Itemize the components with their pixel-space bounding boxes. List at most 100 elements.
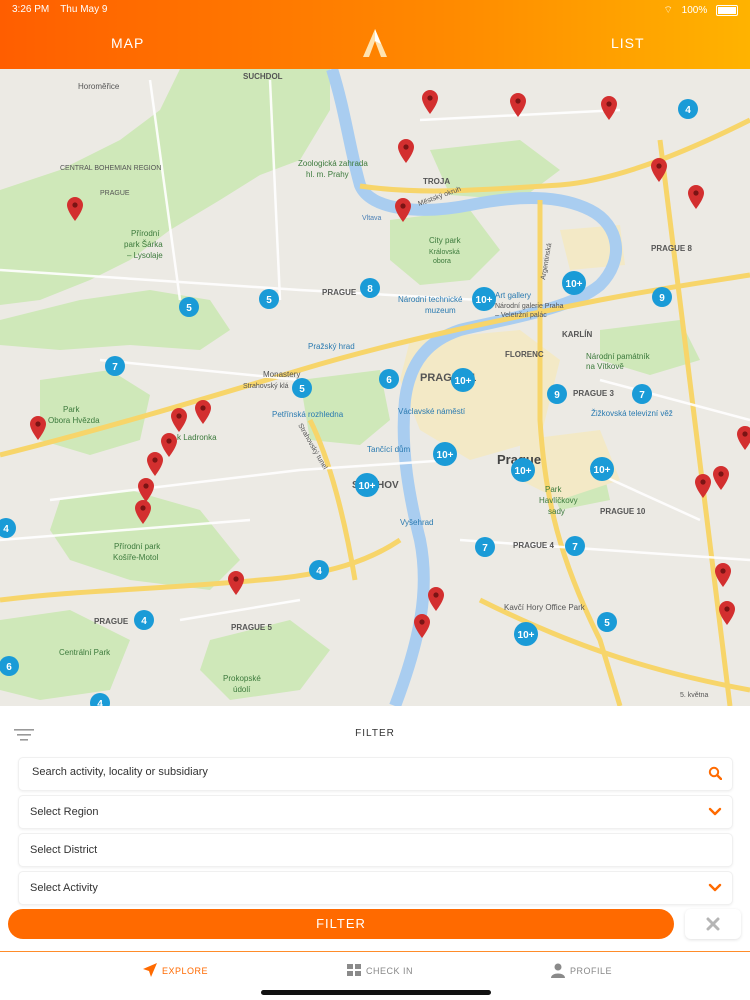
- map-label: SUCHDOL: [243, 72, 283, 81]
- cluster-marker[interactable]: 4: [309, 560, 329, 580]
- cluster-marker[interactable]: 8: [360, 278, 380, 298]
- map-label: PRAGUE 8: [651, 244, 692, 253]
- navigation-arrow-icon: [143, 963, 157, 977]
- map-label: Pražský hrad: [308, 342, 355, 351]
- cluster-marker[interactable]: 7: [105, 356, 125, 376]
- tab-checkin-label: CHECK IN: [366, 966, 414, 976]
- map-label: Národní památník: [586, 352, 651, 361]
- map-label: PRAGUE: [94, 617, 129, 626]
- tab-list[interactable]: LIST: [611, 35, 645, 51]
- cluster-marker[interactable]: 10+: [355, 473, 379, 497]
- map-label: hl. m. Prahy: [306, 170, 349, 179]
- activity-select[interactable]: Select Activity: [18, 871, 733, 905]
- map-label: Přírodní: [131, 229, 160, 238]
- svg-text:8: 8: [367, 284, 373, 295]
- search-field[interactable]: [18, 757, 733, 791]
- cluster-marker[interactable]: 6: [379, 369, 399, 389]
- tab-map[interactable]: MAP: [111, 35, 144, 51]
- svg-text:7: 7: [112, 362, 118, 373]
- map-label: FLORENC: [505, 350, 544, 359]
- cluster-marker[interactable]: 10+: [590, 457, 614, 481]
- map-label: Národní technické: [398, 295, 463, 304]
- map-label: Vltava: [362, 215, 382, 222]
- map-view[interactable]: SUCHDOL Horoměřice CENTRAL BOHEMIAN REGI…: [0, 69, 750, 706]
- cluster-marker[interactable]: 10+: [433, 442, 457, 466]
- map-label: Vyšehrad: [400, 518, 434, 527]
- chevron-down-icon[interactable]: [708, 880, 722, 894]
- map-label: – Veletržní palác: [495, 312, 547, 319]
- status-time: 3:26 PM: [12, 4, 50, 15]
- map-label: 5. května: [680, 692, 709, 699]
- cluster-marker[interactable]: 7: [475, 537, 495, 557]
- map-label: City park: [429, 236, 462, 245]
- status-date: Thu May 9: [60, 4, 108, 15]
- tab-profile-label: PROFILE: [570, 966, 613, 976]
- svg-text:4: 4: [97, 699, 103, 706]
- cluster-marker[interactable]: 5: [179, 297, 199, 317]
- cluster-marker[interactable]: 10+: [472, 287, 496, 311]
- map-label: Park: [63, 405, 80, 414]
- map-label: Kavčí Hory Office Park: [504, 603, 586, 612]
- map-label: Prokopské: [223, 674, 261, 683]
- map-label: Park: [545, 485, 562, 494]
- map-canvas[interactable]: SUCHDOL Horoměřice CENTRAL BOHEMIAN REGI…: [0, 69, 750, 706]
- chevron-down-icon[interactable]: [708, 804, 722, 818]
- cluster-marker[interactable]: 4: [678, 99, 698, 119]
- search-input[interactable]: [30, 765, 694, 779]
- svg-text:6: 6: [6, 662, 12, 673]
- map-label: Přírodní park: [114, 542, 161, 551]
- wifi-icon: ⌔: [663, 5, 673, 16]
- clear-filter-button[interactable]: [685, 909, 741, 939]
- region-select[interactable]: Select Region: [18, 795, 733, 829]
- cluster-marker[interactable]: 5: [259, 289, 279, 309]
- region-select-value: Select Region: [30, 806, 99, 818]
- svg-text:10+: 10+: [437, 450, 454, 461]
- svg-text:9: 9: [659, 293, 665, 304]
- map-label: sady: [548, 507, 565, 516]
- home-indicator: [261, 990, 491, 995]
- map-label: PRAGUE 4: [513, 541, 554, 550]
- app-header: 3:26 PM Thu May 9 ⌔ 100% MAP LIST: [0, 0, 750, 69]
- svg-text:10+: 10+: [476, 295, 493, 306]
- search-icon[interactable]: [708, 766, 722, 780]
- cluster-marker[interactable]: 4: [134, 610, 154, 630]
- svg-text:10+: 10+: [515, 466, 532, 477]
- cluster-marker[interactable]: 9: [547, 384, 567, 404]
- map-label: Centrální Park: [59, 648, 111, 657]
- tab-checkin[interactable]: CHECK IN: [346, 962, 426, 980]
- cluster-marker[interactable]: 5: [292, 378, 312, 398]
- svg-text:4: 4: [685, 105, 691, 116]
- map-label: PRAGUE: [100, 190, 130, 197]
- cluster-marker[interactable]: 10+: [514, 622, 538, 646]
- tab-profile[interactable]: PROFILE: [550, 962, 630, 980]
- svg-text:7: 7: [572, 542, 578, 553]
- tab-explore-label: EXPLORE: [162, 966, 209, 976]
- cluster-marker[interactable]: 10+: [562, 271, 586, 295]
- svg-text:7: 7: [482, 543, 488, 554]
- svg-text:10+: 10+: [359, 481, 376, 492]
- svg-text:7: 7: [639, 390, 645, 401]
- map-label: Královská: [429, 249, 460, 256]
- cluster-marker[interactable]: 9: [652, 287, 672, 307]
- cluster-marker[interactable]: 10+: [451, 368, 475, 392]
- map-label: muzeum: [425, 306, 456, 315]
- cluster-marker[interactable]: 7: [632, 384, 652, 404]
- map-label: Strahovský klá: [243, 383, 289, 390]
- svg-text:10+: 10+: [518, 630, 535, 641]
- map-label: CENTRAL BOHEMIAN REGION: [60, 165, 161, 172]
- map-label: obora: [433, 258, 451, 265]
- tab-explore[interactable]: EXPLORE: [142, 962, 222, 980]
- cluster-marker[interactable]: 7: [565, 536, 585, 556]
- map-label: Horoměřice: [78, 82, 120, 91]
- cluster-marker[interactable]: 5: [597, 612, 617, 632]
- grid-icon: [347, 964, 361, 976]
- close-icon: [706, 917, 720, 931]
- svg-text:6: 6: [386, 375, 392, 386]
- map-label: Tančící dům: [367, 445, 410, 454]
- district-select[interactable]: Select District: [18, 833, 733, 867]
- svg-text:5: 5: [604, 618, 610, 629]
- cluster-marker[interactable]: 10+: [511, 458, 535, 482]
- filter-title: FILTER: [355, 728, 395, 739]
- filter-button[interactable]: FILTER: [8, 909, 674, 939]
- svg-text:5: 5: [186, 303, 192, 314]
